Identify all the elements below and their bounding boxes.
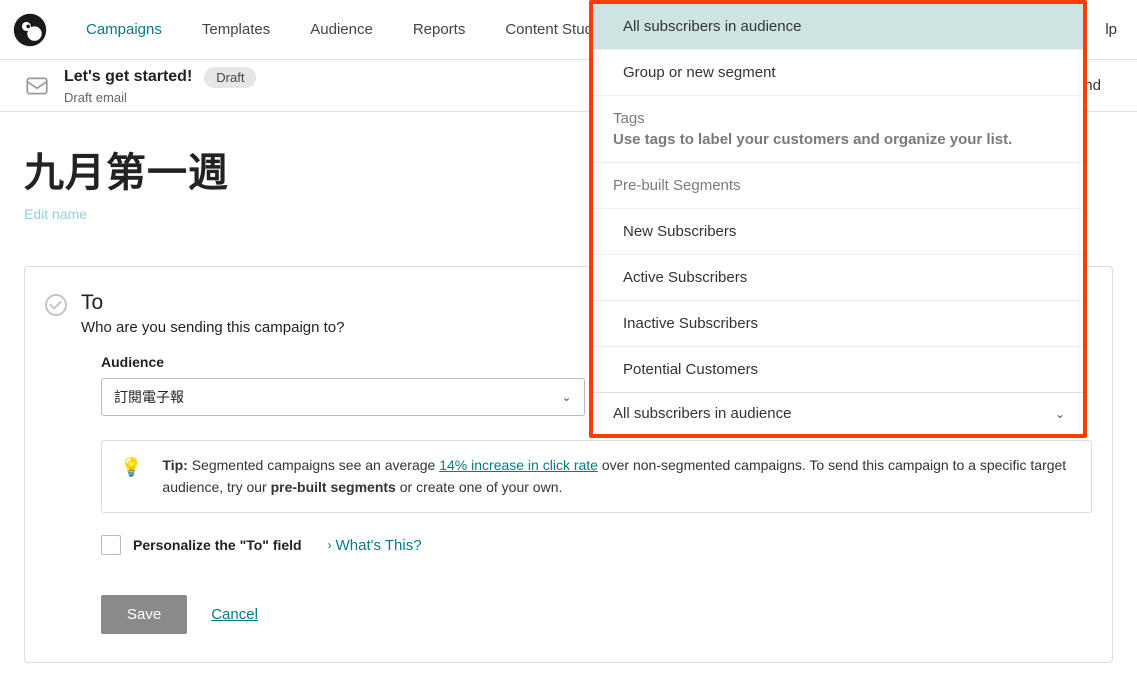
mailchimp-logo-icon[interactable] xyxy=(12,12,48,48)
personalize-checkbox[interactable] xyxy=(101,535,121,555)
status-badge: Draft xyxy=(204,67,256,88)
segment-select-trigger[interactable]: All subscribers in audience ⌄ xyxy=(593,392,1083,434)
dd-seg-inactive[interactable]: Inactive Subscribers xyxy=(593,301,1083,347)
segment-dropdown: All subscribers in audience Group or new… xyxy=(589,0,1087,438)
to-heading: To xyxy=(81,291,345,315)
tip-text: Tip: Segmented campaigns see an average … xyxy=(162,455,1073,498)
dd-tags-title: Tags xyxy=(613,110,1063,127)
tip-box: 💡 Tip: Segmented campaigns see an averag… xyxy=(101,440,1092,513)
personalize-label: Personalize the "To" field xyxy=(133,537,302,553)
nav-templates[interactable]: Templates xyxy=(182,21,290,38)
audience-select[interactable]: 訂閱電子報 ⌄ xyxy=(101,378,585,416)
dd-seg-active[interactable]: Active Subscribers xyxy=(593,255,1083,301)
campaign-subtitle: Draft email xyxy=(64,90,256,105)
nav-audience[interactable]: Audience xyxy=(290,21,393,38)
tip-link[interactable]: 14% increase in click rate xyxy=(439,457,598,473)
chevron-right-icon: › xyxy=(328,538,332,552)
dd-seg-new[interactable]: New Subscribers xyxy=(593,209,1083,255)
nav-right: lp xyxy=(1105,21,1129,38)
audience-label: Audience xyxy=(101,354,585,370)
campaign-title: Let's get started! xyxy=(64,68,192,86)
dd-seg-potential[interactable]: Potential Customers xyxy=(593,347,1083,392)
dd-tags-section: Tags Use tags to label your customers an… xyxy=(593,96,1083,163)
chevron-down-icon: ⌄ xyxy=(561,390,571,404)
check-circle-icon xyxy=(45,294,67,316)
segment-select-value: All subscribers in audience xyxy=(613,405,791,422)
envelope-icon xyxy=(24,73,50,99)
nav-campaigns[interactable]: Campaigns xyxy=(66,21,182,38)
to-sub: Who are you sending this campaign to? xyxy=(81,319,345,336)
dd-option-group-segment[interactable]: Group or new segment xyxy=(593,50,1083,96)
chevron-down-icon: ⌄ xyxy=(1055,407,1065,421)
nav-reports[interactable]: Reports xyxy=(393,21,486,38)
save-button[interactable]: Save xyxy=(101,595,187,634)
nav-items: Campaigns Templates Audience Reports Con… xyxy=(66,21,625,38)
lightbulb-icon: 💡 xyxy=(120,457,142,498)
nav-help[interactable]: lp xyxy=(1105,21,1117,38)
dd-option-all-subscribers[interactable]: All subscribers in audience xyxy=(593,4,1083,50)
cancel-link[interactable]: Cancel xyxy=(211,606,258,623)
whats-this-link[interactable]: › What's This? xyxy=(328,537,422,554)
audience-select-value: 訂閱電子報 xyxy=(114,387,184,407)
dd-prebuilt-title: Pre-built Segments xyxy=(593,163,1083,209)
dd-tags-sub: Use tags to label your customers and org… xyxy=(613,131,1063,148)
